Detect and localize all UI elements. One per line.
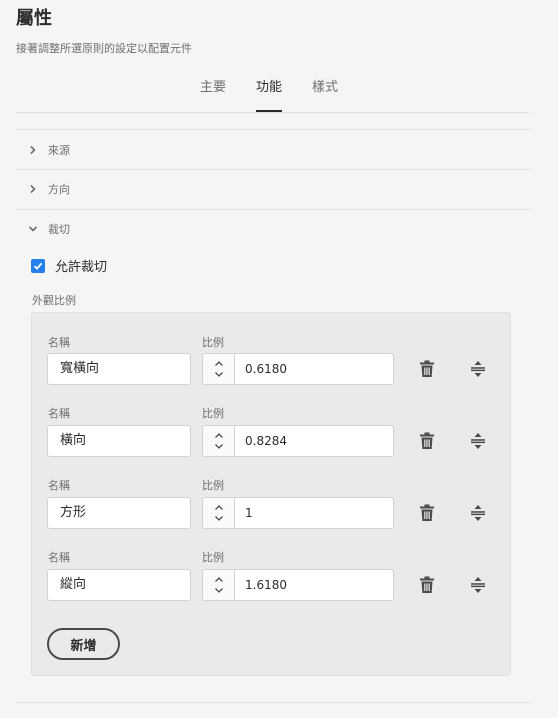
ratio-stepper[interactable] bbox=[202, 497, 234, 529]
checkbox-box[interactable] bbox=[31, 258, 45, 273]
chevron-right-icon bbox=[30, 145, 36, 155]
ratio-input[interactable]: 0.6180 bbox=[234, 353, 394, 385]
reorder-handle[interactable] bbox=[467, 430, 489, 452]
trash-icon bbox=[420, 504, 434, 521]
name-field-label: 名稱 bbox=[48, 336, 70, 349]
stepper-up-icon[interactable] bbox=[214, 504, 224, 511]
tab-features[interactable]: 功能 bbox=[256, 80, 283, 114]
chevron-right-icon bbox=[30, 184, 36, 194]
tab-divider bbox=[16, 112, 529, 113]
stepper-down-icon[interactable] bbox=[214, 443, 224, 450]
ratio-stepper[interactable] bbox=[202, 353, 234, 385]
stepper-up-icon[interactable] bbox=[214, 432, 224, 439]
accordion-divider bbox=[16, 702, 529, 703]
aspect-ratio-label: 外觀比例 bbox=[32, 294, 76, 307]
drag-handle-icon bbox=[471, 361, 485, 377]
accordion-item-crop[interactable]: 裁切 bbox=[28, 221, 70, 237]
name-input[interactable]: 寬橫向 bbox=[47, 353, 191, 385]
ratio-input[interactable]: 1 bbox=[234, 497, 394, 529]
ratio-stepper[interactable] bbox=[202, 425, 234, 457]
ratio-stepper[interactable] bbox=[202, 569, 234, 601]
reorder-handle[interactable] bbox=[467, 502, 489, 524]
accordion-divider bbox=[16, 169, 529, 170]
stepper-down-icon[interactable] bbox=[214, 371, 224, 378]
drag-handle-icon bbox=[471, 433, 485, 449]
stepper-up-icon[interactable] bbox=[214, 360, 224, 367]
accordion-label-crop: 裁切 bbox=[48, 223, 70, 236]
delete-button[interactable] bbox=[416, 358, 438, 380]
delete-button[interactable] bbox=[416, 502, 438, 524]
name-field-label: 名稱 bbox=[48, 479, 70, 492]
reorder-handle[interactable] bbox=[467, 574, 489, 596]
stepper-down-icon[interactable] bbox=[214, 587, 224, 594]
checkmark-icon bbox=[33, 262, 43, 270]
ratio-field-label: 比例 bbox=[202, 551, 224, 564]
ratio-field-label: 比例 bbox=[202, 407, 224, 420]
page-title: 屬性 bbox=[16, 8, 52, 29]
name-input[interactable]: 縱向 bbox=[47, 569, 191, 601]
ratio-input[interactable]: 1.6180 bbox=[234, 569, 394, 601]
accordion-label-source: 來源 bbox=[48, 144, 70, 157]
delete-button[interactable] bbox=[416, 574, 438, 596]
tab-main[interactable]: 主要 bbox=[200, 80, 226, 114]
trash-icon bbox=[420, 576, 434, 593]
accordion-label-direction: 方向 bbox=[48, 183, 70, 196]
allow-crop-checkbox[interactable]: 允許裁切 bbox=[31, 256, 107, 275]
tab-styles[interactable]: 樣式 bbox=[312, 80, 338, 114]
drag-handle-icon bbox=[471, 505, 485, 521]
name-input[interactable]: 方形 bbox=[47, 497, 191, 529]
accordion-item-direction[interactable]: 方向 bbox=[28, 181, 70, 197]
name-input[interactable]: 橫向 bbox=[47, 425, 191, 457]
ratio-field-label: 比例 bbox=[202, 479, 224, 492]
stepper-up-icon[interactable] bbox=[214, 576, 224, 583]
tab-list: 主要 功能 樣式 bbox=[200, 80, 368, 114]
accordion-divider bbox=[16, 209, 529, 210]
add-button[interactable]: 新增 bbox=[47, 628, 120, 660]
stepper-down-icon[interactable] bbox=[214, 515, 224, 522]
trash-icon bbox=[420, 360, 434, 377]
accordion-item-source[interactable]: 來源 bbox=[28, 142, 70, 158]
page-subtitle: 接著調整所選原則的設定以配置元件 bbox=[16, 42, 192, 55]
reorder-handle[interactable] bbox=[467, 358, 489, 380]
drag-handle-icon bbox=[471, 577, 485, 593]
ratio-field-label: 比例 bbox=[202, 336, 224, 349]
trash-icon bbox=[420, 432, 434, 449]
name-field-label: 名稱 bbox=[48, 551, 70, 564]
allow-crop-label: 允許裁切 bbox=[55, 260, 108, 275]
name-field-label: 名稱 bbox=[48, 407, 70, 420]
delete-button[interactable] bbox=[416, 430, 438, 452]
accordion-divider bbox=[16, 129, 529, 130]
chevron-down-icon bbox=[28, 226, 38, 232]
ratio-input[interactable]: 0.8284 bbox=[234, 425, 394, 457]
